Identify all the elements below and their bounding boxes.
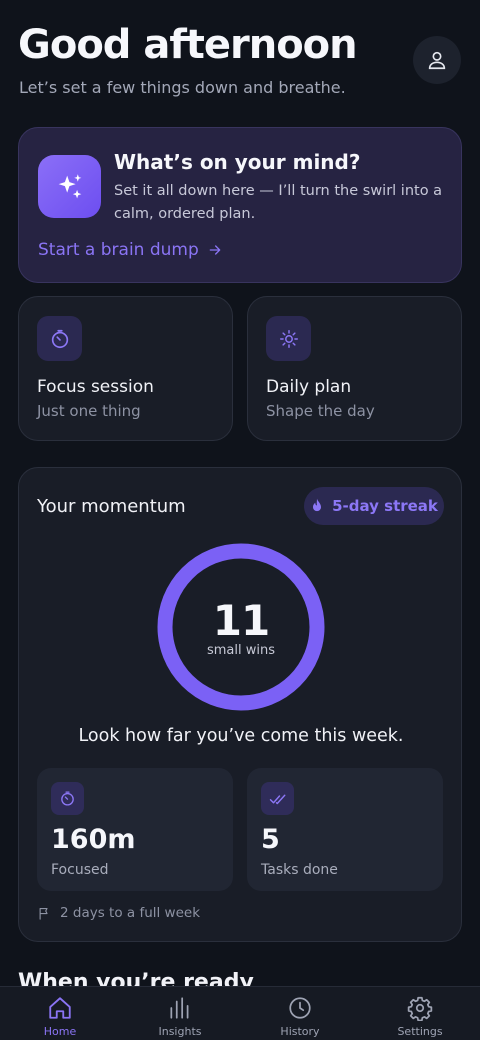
tasks-done-value: 5 (261, 824, 280, 855)
tasks-done-label: Tasks done (261, 862, 338, 878)
daily-plan-subtitle: Shape the day (266, 402, 375, 420)
timer-icon (37, 316, 82, 361)
focused-label: Focused (51, 862, 109, 878)
user-icon (428, 51, 446, 70)
bar-chart-icon (170, 997, 189, 1019)
clock-icon (289, 997, 311, 1019)
focus-session-subtitle: Just one thing (37, 402, 141, 420)
momentum-title: Your momentum (37, 496, 186, 517)
nav-home-label: Home (43, 1025, 77, 1038)
brain-dump-title: What’s on your mind? (114, 150, 361, 174)
focus-session-card[interactable]: Focus session Just one thing (18, 296, 233, 441)
flag-icon (39, 907, 48, 920)
wins-label: small wins (206, 643, 275, 658)
daily-plan-card[interactable]: Daily plan Shape the day (247, 296, 462, 441)
daily-plan-title: Daily plan (266, 377, 352, 397)
nav-insights-label: Insights (158, 1025, 202, 1038)
nav-history-label: History (280, 1025, 320, 1038)
brain-dump-card[interactable]: What’s on your mind? Set it all down her… (18, 127, 462, 283)
flame-icon (313, 498, 322, 512)
focused-value: 160m (51, 824, 136, 855)
tasks-done-stat: 5 Tasks done (247, 768, 443, 891)
streak-footnote: 2 days to a full week (37, 905, 200, 921)
start-brain-dump-link[interactable]: Start a brain dump (38, 240, 223, 260)
arrow-right-icon (209, 245, 221, 255)
focused-stat: 160m Focused (37, 768, 233, 891)
nav-settings-label: Settings (397, 1025, 443, 1038)
start-brain-dump-label: Start a brain dump (38, 240, 199, 260)
nav-history[interactable]: History (240, 987, 360, 1040)
sparkles-icon (38, 155, 101, 218)
wins-count: 11 (212, 596, 270, 645)
home-icon (49, 997, 71, 1019)
page-title: Good afternoon (18, 22, 358, 68)
gear-icon (407, 996, 433, 1021)
home-screen: Good afternoon Let’s set a few things do… (0, 0, 480, 1040)
brain-dump-description: Set it all down here — I’ll turn the swi… (114, 183, 443, 222)
nav-home[interactable]: Home (0, 987, 120, 1040)
nav-settings[interactable]: Settings (360, 987, 480, 1040)
momentum-card: Your momentum 5-day streak 11 small wins… (18, 467, 462, 942)
check-double-icon (261, 782, 294, 815)
sun-icon (266, 316, 311, 361)
streak-label: 5-day streak (332, 497, 438, 515)
footnote-text: 2 days to a full week (60, 905, 201, 921)
focus-session-title: Focus session (37, 377, 154, 397)
nav-insights[interactable]: Insights (120, 987, 240, 1040)
bottom-nav: Home Insights History Settings (0, 986, 480, 1040)
page-subtitle: Let’s set a few things down and breathe. (19, 78, 346, 97)
timer-icon (51, 782, 84, 815)
profile-button[interactable] (413, 36, 461, 84)
momentum-message: Look how far you’ve come this week. (78, 726, 404, 746)
streak-badge: 5-day streak (304, 487, 444, 525)
